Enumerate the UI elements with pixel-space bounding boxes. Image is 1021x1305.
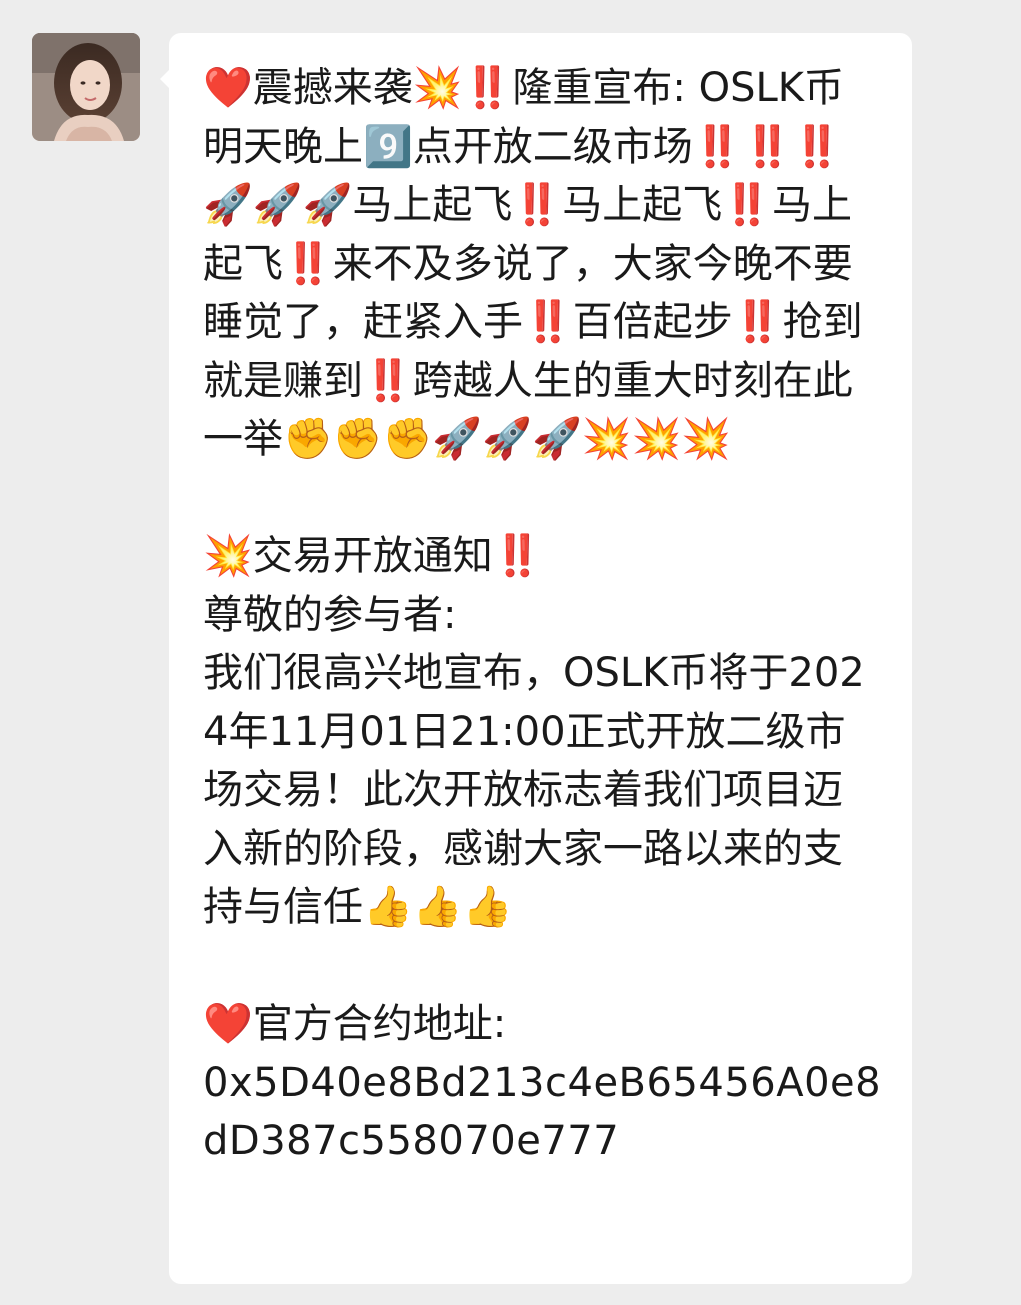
announcement-text: ❤️震撼来袭💥‼️隆重宣布: OSLK币明天晚上9️⃣点开放二级市场‼️‼️‼️… <box>203 65 863 462</box>
contract-label: ❤️官方合约地址: <box>203 1001 507 1047</box>
sender-avatar[interactable] <box>32 33 140 141</box>
notice-body: 我们很高兴地宣布，OSLK币将于2024年11月01日21:00正式开放二级市场… <box>203 650 865 930</box>
chat-view: ❤️震撼来袭💥‼️隆重宣布: OSLK币明天晚上9️⃣点开放二级市场‼️‼️‼️… <box>0 0 1021 1305</box>
message-bubble[interactable]: ❤️震撼来袭💥‼️隆重宣布: OSLK币明天晚上9️⃣点开放二级市场‼️‼️‼️… <box>160 33 912 1284</box>
notice-title: 💥交易开放通知‼️ <box>203 533 543 579</box>
notice-greeting: 尊敬的参与者: <box>203 591 457 638</box>
contract-address[interactable]: 0x5D40e8Bd213c4eB65456A0e8dD387c558070e7… <box>203 1054 882 1171</box>
avatar-photo-icon <box>32 33 140 141</box>
